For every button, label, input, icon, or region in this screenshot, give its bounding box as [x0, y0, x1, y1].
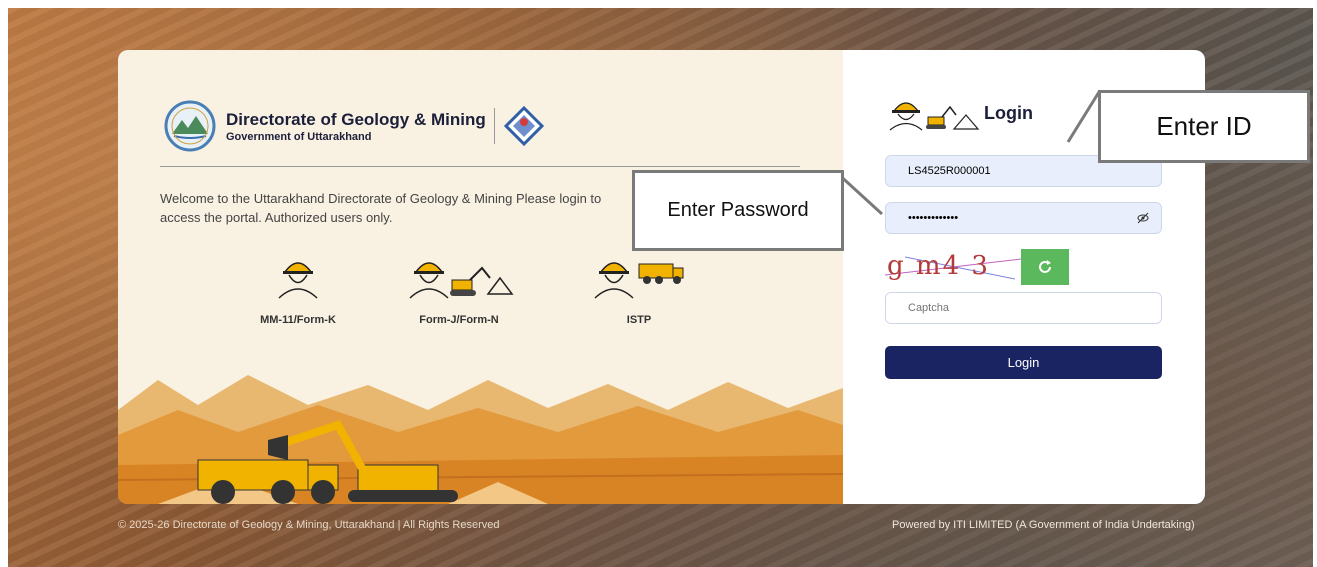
password-input[interactable] [906, 211, 1141, 225]
department-emblem-icon [164, 100, 216, 152]
welcome-text: Welcome to the Uttarakhand Directorate o… [160, 191, 602, 225]
footer-powered-by: Powered by ITI LIMITED (A Government of … [892, 519, 1195, 531]
role-formj[interactable]: Form-J/Form-N [399, 250, 519, 326]
role-label: ISTP [626, 314, 652, 326]
miner-icon [278, 262, 318, 299]
role-label: MM-11/Form-K [260, 314, 336, 326]
brand-header: Directorate of Geology & Mining Governme… [160, 100, 545, 152]
login-header: Login [888, 95, 1033, 131]
login-title: Login [984, 102, 1033, 123]
captcha-image: g m4 3 [885, 249, 1021, 285]
info-panel: Directorate of Geology & Mining Governme… [118, 50, 843, 504]
miner-excavator-icon [409, 262, 514, 299]
enter-id-callout: Enter ID [1098, 90, 1310, 163]
brand-subtitle: Government of Uttarakhand [226, 130, 372, 143]
logo-separator [493, 108, 495, 144]
eye-slash-icon[interactable] [1137, 212, 1149, 224]
password-field[interactable] [885, 202, 1162, 234]
login-button[interactable]: Login [885, 346, 1162, 379]
brand-title: Directorate of Geology & Mining [226, 109, 486, 129]
role-istp[interactable]: ISTP [579, 250, 699, 326]
mining-scene-illustration [118, 375, 843, 504]
refresh-icon [1039, 260, 1051, 273]
role-label: Form-J/Form-N [419, 314, 499, 326]
miner-excavator-icon [889, 102, 980, 131]
miner-truck-icon [594, 262, 684, 299]
user-id-input[interactable] [906, 164, 1141, 178]
captcha-field[interactable] [885, 292, 1162, 324]
footer-copyright: © 2025-26 Directorate of Geology & Minin… [118, 519, 500, 531]
captcha-input[interactable] [906, 301, 1141, 315]
state-emblem-icon [503, 105, 544, 147]
enter-password-callout: Enter Password [632, 170, 844, 251]
captcha-text: g m4 3 [887, 251, 990, 281]
role-mm11[interactable]: MM-11/Form-K [238, 250, 358, 326]
captcha-refresh-button[interactable] [1021, 249, 1069, 285]
header-divider [160, 166, 800, 167]
